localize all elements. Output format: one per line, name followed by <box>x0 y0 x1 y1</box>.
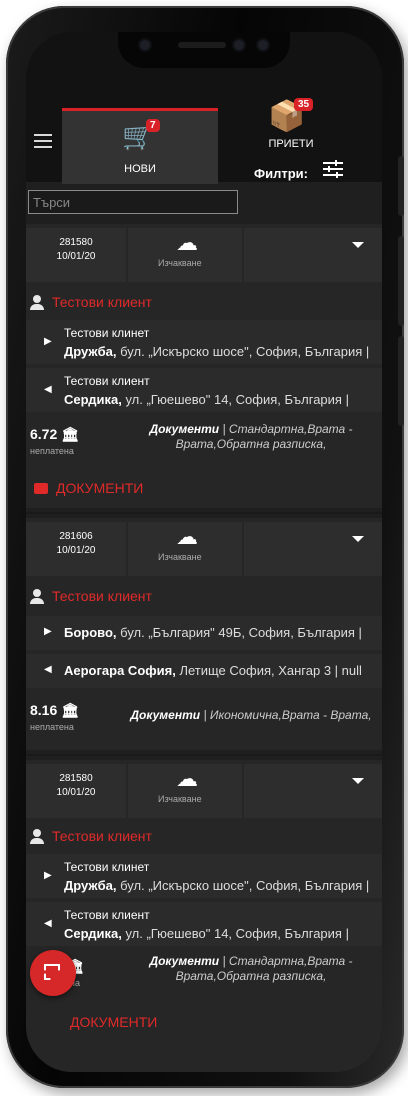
order-header: 281580 10/01/20 ☁ Изчакване <box>26 760 382 822</box>
tab-new[interactable]: 🛒 7 НОВИ <box>62 108 218 184</box>
delivery-address: ◀ Тестови клиент Сердика, ул. „Гюешево" … <box>26 902 382 946</box>
delivery-address-text: Сердика, ул. „Гюешево" 14, София, Българ… <box>64 392 349 407</box>
pickup-name: Тестови клинет <box>64 860 150 874</box>
new-count-badge: 7 <box>146 119 160 132</box>
order-date: 10/01/20 <box>56 251 96 262</box>
amount: 8.16 🏛 <box>30 702 79 718</box>
order-number-date: 281580 10/01/20 <box>46 772 106 800</box>
arrow-right-icon: ▶ <box>44 336 52 347</box>
arrow-right-icon: ▶ <box>44 626 52 637</box>
person-icon <box>30 829 44 844</box>
status-label: Изчакване <box>158 552 202 562</box>
pickup-address-text: Дружба, бул. „Искърско шосе", София, Бъл… <box>64 878 370 893</box>
speaker <box>178 42 226 48</box>
order-card[interactable]: 281606 10/01/20 ☁ Изчакване Тестови клие… <box>26 518 382 750</box>
pickup-address: ▶ Тестови клинет Дружба, бул. „Искърско … <box>26 320 382 364</box>
bank-icon: 🏛 <box>61 702 79 718</box>
pickup-address: ▶ Борово, бул. „България" 49Б, София, Бъ… <box>26 616 382 650</box>
payment-status: неплатена <box>30 722 74 732</box>
order-number: 281580 <box>59 773 93 784</box>
client-name: Тестови клиент <box>30 294 152 310</box>
documents-text: Документи | Стандартна,Врата - Врата,Обр… <box>149 954 353 983</box>
bank-icon: 🏛 <box>61 426 79 442</box>
dropdown-icon[interactable] <box>352 778 364 784</box>
scan-button[interactable] <box>30 950 76 996</box>
tab-received-label: ПРИЕТИ <box>268 138 314 150</box>
documents-text: Документи | Икономична,Врата - Врата, <box>130 708 372 722</box>
amount: 6.72 🏛 <box>30 426 79 442</box>
payment-status: неплатена <box>30 446 74 456</box>
filters-label[interactable]: Филтри: <box>254 166 308 181</box>
order-date: 10/01/20 <box>56 787 96 798</box>
search-placeholder: Търси <box>33 195 71 210</box>
order-number-date: 281580 10/01/20 <box>46 236 106 264</box>
payment-row: 8.16 🏛 неплатена Документи | Икономична,… <box>26 694 382 740</box>
order-card[interactable]: 281580 10/01/20 ☁ Изчакване Тестови клие… <box>26 760 382 1072</box>
arrow-left-icon: ◀ <box>44 384 52 395</box>
delivery-name: Тестови клиент <box>64 908 150 922</box>
order-header: 281606 10/01/20 ☁ Изчакване <box>26 518 382 580</box>
delivery-name: Тестови клиент <box>64 374 150 388</box>
payment-row: 6.72 🏛 неплатена Документи | Стандартна,… <box>26 418 382 464</box>
scan-icon <box>44 964 60 980</box>
order-number: 281606 <box>59 531 93 542</box>
order-header: 281580 10/01/20 ☁ Изчакване <box>26 224 382 286</box>
person-icon <box>30 295 44 310</box>
order-number-date: 281606 10/01/20 <box>46 530 106 558</box>
dropdown-icon[interactable] <box>352 242 364 248</box>
cloud-icon: ☁ <box>176 230 198 255</box>
client-name: Тестови клиент <box>30 588 152 604</box>
filter-sliders-icon[interactable] <box>322 158 344 180</box>
status-label: Изчакване <box>158 258 202 268</box>
delivery-address: ◀ Аерогара София, Летище София, Хангар 3… <box>26 654 382 688</box>
dropdown-icon[interactable] <box>352 536 364 542</box>
delivery-address-text: Сердика, ул. „Гюешево" 14, София, Българ… <box>64 926 349 941</box>
arrow-left-icon: ◀ <box>44 918 52 929</box>
side-button <box>398 236 404 326</box>
status-label: Изчакване <box>158 794 202 804</box>
chat-icon <box>34 483 48 494</box>
documents-text: Документи | Стандартна,Врата - Врата,Обр… <box>149 422 353 451</box>
side-button <box>398 336 404 426</box>
pickup-address-text: Борово, бул. „България" 49Б, София, Бълг… <box>64 625 362 640</box>
pickup-address: ▶ Тестови клинет Дружба, бул. „Искърско … <box>26 854 382 898</box>
documents-link[interactable]: ДОКУМЕНТИ <box>70 1014 157 1030</box>
order-date: 10/01/20 <box>56 545 96 556</box>
cloud-icon: ☁ <box>176 766 198 791</box>
arrow-right-icon: ▶ <box>44 870 52 881</box>
payment-row: 🏛 на Документи | Стандартна,Врата - Врат… <box>26 950 382 996</box>
pickup-address-text: Дружба, бул. „Искърско шосе", София, Бъл… <box>64 344 370 359</box>
sensor-icon <box>234 40 244 50</box>
documents-link[interactable]: ДОКУМЕНТИ <box>34 480 143 496</box>
phone-frame: 🛒 7 НОВИ 📦 35 ПРИЕТИ Филтри: Търси 28158… <box>6 6 404 1088</box>
menu-icon[interactable] <box>34 134 52 152</box>
cloud-icon: ☁ <box>176 524 198 549</box>
tab-new-label: НОВИ <box>124 163 156 175</box>
notch <box>118 32 290 68</box>
delivery-address: ◀ Тестови клиент Сердика, ул. „Гюешево" … <box>26 368 382 412</box>
person-icon <box>30 589 44 604</box>
app-screen: 🛒 7 НОВИ 📦 35 ПРИЕТИ Филтри: Търси 28158… <box>26 32 382 1072</box>
delivery-address-text: Аерогара София, Летище София, Хангар 3 |… <box>64 663 362 678</box>
camera-icon <box>258 40 268 50</box>
client-name: Тестови клиент <box>30 828 152 844</box>
pickup-name: Тестови клинет <box>64 326 150 340</box>
order-number: 281580 <box>59 237 93 248</box>
side-button <box>398 156 404 216</box>
received-count-badge: 35 <box>294 98 314 111</box>
search-input[interactable]: Търси <box>28 190 238 214</box>
arrow-left-icon: ◀ <box>44 664 52 675</box>
camera-icon <box>140 40 150 50</box>
order-card[interactable]: 281580 10/01/20 ☁ Изчакване Тестови клие… <box>26 224 382 508</box>
